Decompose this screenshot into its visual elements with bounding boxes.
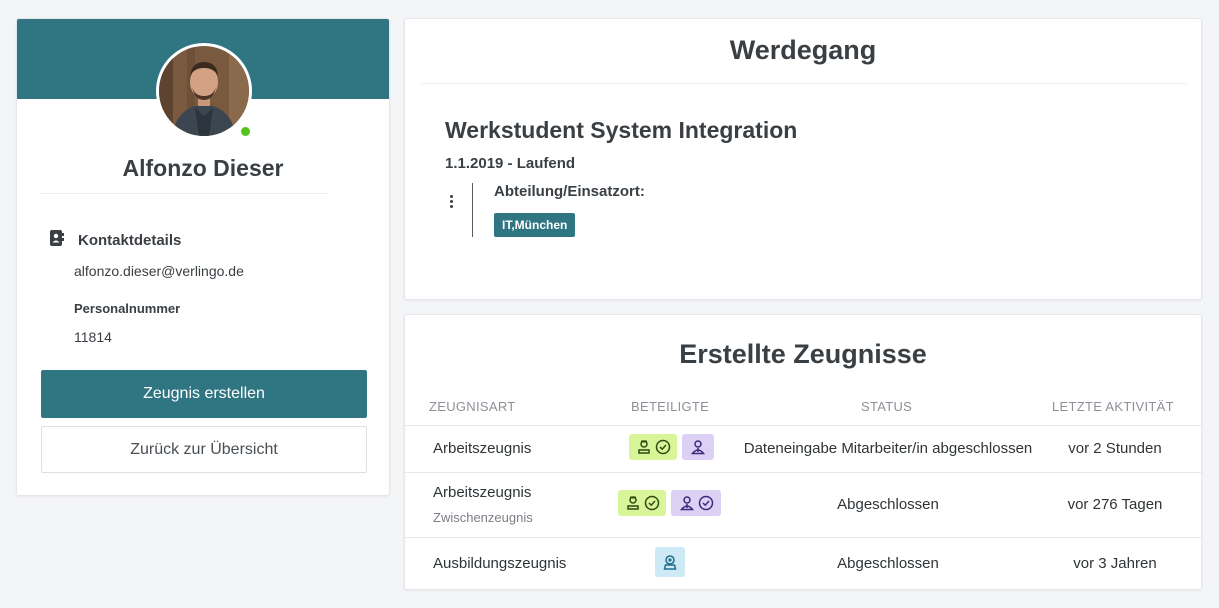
certificate-type: Arbeitszeugnis — [433, 484, 532, 501]
certificates-card: Erstellte Zeugnisse ZEUGNISART BETEILIGT… — [404, 314, 1203, 590]
certificate-type: Arbeitszeugnis — [433, 440, 532, 457]
row-divider — [405, 537, 1203, 538]
divider — [421, 83, 1187, 84]
create-certificate-button[interactable]: Zeugnis erstellen — [41, 370, 367, 418]
contact-card-icon — [50, 230, 64, 246]
check-circle-icon — [655, 439, 670, 455]
email-text: alfonzo.dieser@verlingo.de — [74, 263, 244, 279]
participant-manager-chip — [682, 434, 714, 460]
participant-employee-chip — [618, 490, 666, 516]
manager-icon — [690, 440, 706, 455]
personalnummer-value: 11814 — [74, 329, 112, 345]
status-text: Abgeschlossen — [837, 555, 939, 572]
divider — [41, 193, 327, 194]
check-circle-icon — [698, 495, 713, 511]
back-to-overview-button[interactable]: Zurück zur Übersicht — [41, 426, 367, 473]
avatar — [156, 43, 252, 139]
column-header-last-activity: LETZTE AKTIVITÄT — [1052, 399, 1174, 414]
employee-icon — [626, 496, 639, 510]
department-badge: IT,München — [494, 213, 576, 237]
contact-details-heading: Kontaktdetails — [78, 232, 182, 249]
last-activity-text: vor 2 Stunden — [1068, 440, 1162, 457]
profile-name: Alfonzo Dieser — [122, 155, 284, 181]
participant-manager-chip — [671, 490, 721, 516]
personalnummer-label: Personalnummer — [74, 301, 181, 316]
department-label: Abteilung/Einsatzort: — [494, 183, 645, 200]
employee-icon — [637, 440, 650, 454]
participant-trainer-chip — [655, 547, 685, 577]
column-header-status: STATUS — [861, 399, 913, 414]
career-card: Werdegang Werkstudent System Integration… — [404, 18, 1202, 300]
status-text: Abgeschlossen — [837, 496, 939, 513]
timeline-line — [472, 183, 473, 237]
certificates-title: Erstellte Zeugnisse — [679, 339, 927, 369]
row-divider — [405, 425, 1203, 426]
kebab-menu-icon[interactable] — [449, 195, 455, 211]
online-status-dot — [241, 127, 250, 136]
job-dates: 1.1.2019 - Laufend — [445, 155, 576, 172]
certificate-type: Ausbildungszeugnis — [433, 555, 567, 572]
column-header-type: ZEUGNISART — [429, 399, 516, 414]
participant-employee-chip — [629, 434, 677, 460]
manager-icon — [679, 496, 694, 511]
job-title: Werkstudent System Integration — [445, 117, 798, 143]
last-activity-text: vor 276 Tagen — [1067, 496, 1163, 513]
profile-card: Alfonzo Dieser Kontaktdetails alfonzo.di… — [16, 18, 390, 496]
trainer-icon — [663, 555, 677, 570]
row-divider — [405, 472, 1203, 473]
career-title: Werdegang — [729, 35, 877, 65]
column-header-participants: BETEILIGTE — [631, 399, 710, 414]
last-activity-text: vor 3 Jahren — [1073, 555, 1157, 572]
certificate-subtype: Zwischenzeugnis — [433, 510, 533, 525]
check-circle-icon — [644, 495, 659, 511]
status-text: Dateneingabe Mitarbeiter/in abgeschlosse… — [743, 440, 1033, 457]
